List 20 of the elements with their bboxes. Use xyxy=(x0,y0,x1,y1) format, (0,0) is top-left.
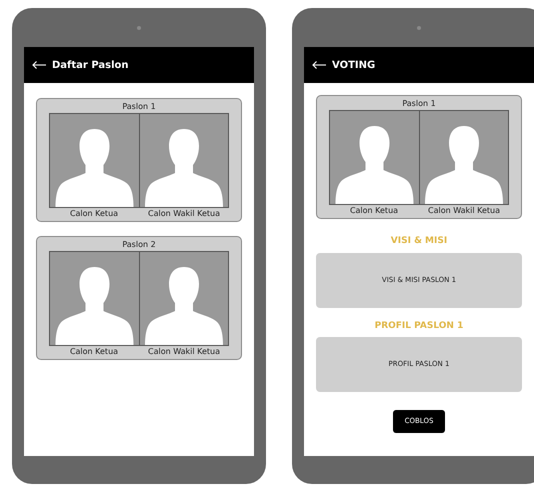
photo-caption: Calon Wakil Ketua xyxy=(146,208,222,219)
photo-caption: Calon Ketua xyxy=(348,205,400,216)
back-arrow-icon[interactable] xyxy=(312,61,326,69)
section-heading: PROFIL PASLON 1 xyxy=(374,320,464,332)
candidate-label: Paslon 2 xyxy=(121,239,157,251)
candidate-label: Paslon 1 xyxy=(401,98,437,110)
header-title: Daftar Paslon xyxy=(52,58,129,72)
header-title: VOTING xyxy=(332,58,376,72)
photo-caption: Calon Wakil Ketua xyxy=(146,346,222,357)
candidate-card[interactable]: Paslon 1 Calon Ketua Calon Wakil Ketua xyxy=(36,98,242,222)
photo-caption: Calon Ketua xyxy=(68,346,120,357)
section-heading: VISI & MISI xyxy=(390,235,448,248)
back-arrow-icon[interactable] xyxy=(32,61,46,69)
camera-dot xyxy=(417,26,421,30)
candidate-card[interactable]: Paslon 2 Calon Ketua Calon Wakil Ketua xyxy=(36,236,242,360)
camera-dot xyxy=(137,26,141,30)
photo-caption: Calon Wakil Ketua xyxy=(426,205,502,216)
candidate-label: Paslon 1 xyxy=(121,101,157,113)
photo-caption: Calon Ketua xyxy=(68,208,120,219)
candidate-card[interactable]: Paslon 1 Calon Ketua Calon Wakil Ketua xyxy=(316,95,522,219)
